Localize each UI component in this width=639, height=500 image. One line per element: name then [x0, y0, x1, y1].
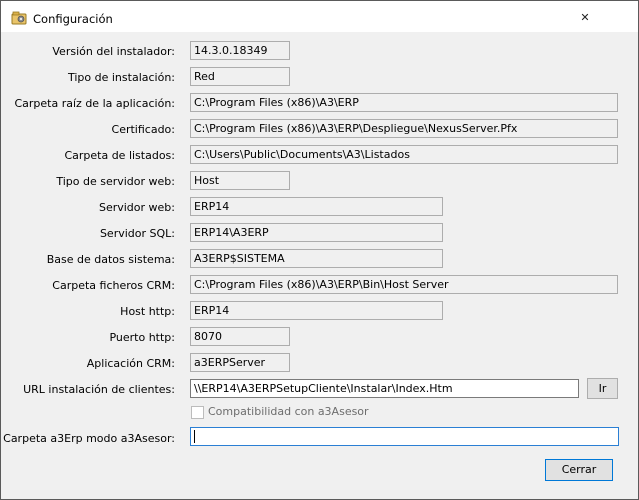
- reports-folder-label: Carpeta de listados:: [64, 149, 175, 162]
- crm-files-folder-label: Carpeta ficheros CRM:: [52, 279, 175, 292]
- certificate-label: Certificado:: [111, 123, 175, 136]
- close-button[interactable]: Cerrar: [545, 459, 613, 481]
- form-panel: Versión del instalador: 14.3.0.18349 Tip…: [3, 32, 631, 492]
- web-server-type-label: Tipo de servidor web:: [56, 175, 175, 188]
- http-host-field: ERP14: [190, 301, 443, 320]
- window-title: Configuración: [33, 12, 113, 26]
- http-host-label: Host http:: [120, 305, 175, 318]
- web-server-label: Servidor web:: [98, 201, 175, 214]
- sql-server-field: ERP14\A3ERP: [190, 223, 443, 242]
- title-bar[interactable]: Configuración ✕: [1, 1, 638, 32]
- app-config-icon: [11, 11, 27, 25]
- a3asesor-folder-field[interactable]: [190, 427, 619, 446]
- reports-folder-field: C:\Users\Public\Documents\A3\Listados: [190, 145, 618, 164]
- system-database-label: Base de datos sistema:: [46, 253, 175, 266]
- system-database-field: A3ERP$SISTEMA: [190, 249, 443, 268]
- configuration-window: Configuración ✕ Versión del instalador: …: [0, 0, 639, 500]
- a3asesor-folder-label: Carpeta a3Erp modo a3Asesor:: [3, 432, 175, 445]
- app-root-folder-label: Carpeta raíz de la aplicación:: [14, 97, 175, 110]
- crm-files-folder-field: C:\Program Files (x86)\A3\ERP\Bin\Host S…: [190, 275, 618, 294]
- installer-version-label: Versión del instalador:: [52, 45, 175, 58]
- client-install-url-field[interactable]: \\ERP14\A3ERPSetupCliente\Instalar\Index…: [190, 379, 579, 398]
- a3asesor-compat-label: Compatibilidad con a3Asesor: [208, 405, 369, 418]
- http-port-field: 8070: [190, 327, 290, 346]
- installation-type-label: Tipo de instalación:: [67, 71, 175, 84]
- close-window-button[interactable]: ✕: [573, 7, 597, 29]
- certificate-field: C:\Program Files (x86)\A3\ERP\Despliegue…: [190, 119, 618, 138]
- web-server-type-field: Host: [190, 171, 290, 190]
- go-button[interactable]: Ir: [587, 378, 618, 399]
- http-port-label: Puerto http:: [109, 331, 175, 344]
- close-icon: ✕: [580, 11, 590, 24]
- installer-version-field: 14.3.0.18349: [190, 41, 290, 60]
- a3asesor-compat-checkbox[interactable]: [191, 406, 204, 419]
- crm-application-label: Aplicación CRM:: [86, 357, 175, 370]
- installation-type-field: Red: [190, 67, 290, 86]
- client-install-url-label: URL instalación de clientes:: [23, 383, 175, 396]
- crm-application-field: a3ERPServer: [190, 353, 290, 372]
- web-server-field: ERP14: [190, 197, 443, 216]
- sql-server-label: Servidor SQL:: [99, 227, 175, 240]
- app-root-folder-field: C:\Program Files (x86)\A3\ERP: [190, 93, 618, 112]
- text-caret: [194, 429, 195, 443]
